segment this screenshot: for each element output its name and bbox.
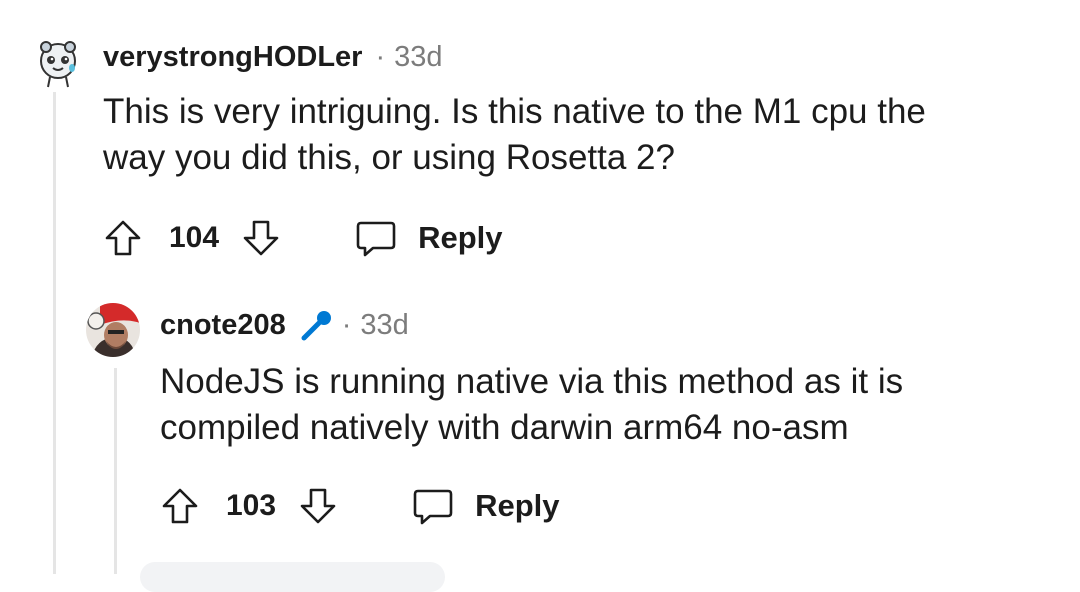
upvote-icon[interactable] (160, 486, 200, 526)
comment-bubble-icon (355, 218, 397, 258)
vote-count: 103 (226, 489, 277, 522)
comment-age: 33d (394, 40, 443, 73)
comment-actions: 103 Reply (160, 484, 559, 528)
comment-actions: 104 Reply (103, 216, 502, 260)
thread-line-child[interactable] (114, 368, 117, 574)
separator-dot: · (341, 308, 352, 341)
downvote-icon[interactable] (241, 218, 281, 258)
upvote-icon[interactable] (103, 218, 143, 258)
reply-button[interactable]: Reply (412, 486, 559, 526)
downvote-icon[interactable] (298, 486, 338, 526)
comment-author[interactable]: cnote208 (160, 309, 286, 342)
comment-body-line: NodeJS is running native via this method… (160, 362, 904, 401)
vote-count: 104 (169, 221, 220, 254)
more-replies-pill[interactable] (140, 562, 445, 592)
comment-body-line: way you did this, or using Rosetta 2? (103, 138, 675, 177)
reply-label: Reply (418, 220, 503, 255)
comment-author[interactable]: verystrongHODLer (103, 41, 362, 74)
comment-bubble-icon (412, 486, 454, 526)
reply-button[interactable]: Reply (355, 218, 502, 258)
thread-line-root[interactable] (53, 92, 56, 574)
comment-body: This is very intriguing. Is this native … (103, 89, 926, 181)
snoo-avatar-icon (40, 41, 76, 88)
microphone-icon (299, 309, 333, 341)
user-photo-avatar (86, 303, 140, 357)
reply-label: Reply (475, 488, 560, 523)
comment-body-line: compiled natively with darwin arm64 no-a… (160, 408, 849, 447)
avatar[interactable] (36, 38, 80, 90)
comment-age: 33d (360, 308, 409, 341)
comment-body-line: This is very intriguing. Is this native … (103, 92, 926, 131)
avatar[interactable] (86, 303, 140, 357)
separator-dot: · (375, 40, 386, 73)
comment-body: NodeJS is running native via this method… (160, 359, 903, 451)
